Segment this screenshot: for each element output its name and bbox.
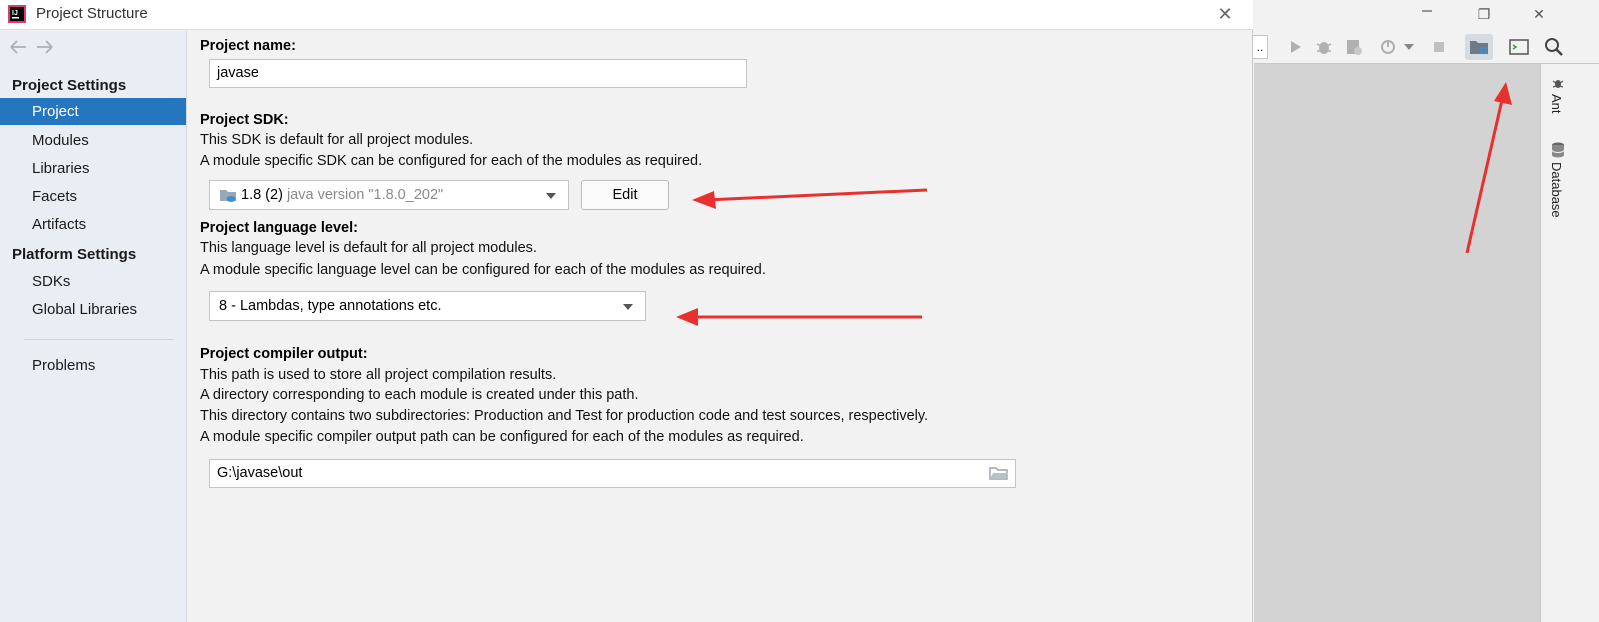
compiler-output-desc-1: This path is used to store all project c… [200, 367, 557, 383]
database-tool-tab[interactable]: Database [1549, 162, 1564, 218]
ant-tool-tab[interactable]: Ant [1549, 94, 1564, 114]
compiler-output-desc-4: A module specific compiler output path c… [200, 429, 804, 445]
terminal-icon[interactable] [1508, 36, 1530, 58]
project-sdk-dropdown[interactable]: 1.8 (2) java version "1.8.0_202" [209, 180, 569, 210]
sidebar-item-modules[interactable]: Modules [0, 127, 186, 154]
language-level-dropdown[interactable]: 8 - Lambdas, type annotations etc. [209, 291, 646, 321]
sidebar-item-sdks[interactable]: SDKs [0, 268, 186, 295]
sidebar-item-facets[interactable]: Facets [0, 183, 186, 210]
ide-toolbar: .. [1252, 30, 1599, 64]
project-sdk-desc-2: A module specific SDK can be configured … [200, 153, 703, 169]
svg-text:IJ: IJ [12, 10, 18, 17]
sidebar-divider [24, 339, 174, 340]
profile-icon[interactable] [1378, 36, 1400, 58]
sidebar-item-project[interactable]: Project [0, 98, 186, 125]
intellij-logo-icon: IJ [8, 5, 26, 23]
platform-settings-header: Platform Settings [12, 246, 137, 263]
project-sdk-label: Project SDK: [200, 112, 289, 128]
window-close-icon[interactable]: ✕ [1528, 4, 1550, 24]
project-name-label: Project name: [200, 38, 296, 54]
compiler-output-desc-3: This directory contains two subdirectori… [200, 408, 929, 424]
language-level-label: Project language level: [200, 220, 358, 236]
back-arrow-icon[interactable] [8, 38, 30, 56]
chevron-down-icon [546, 193, 556, 199]
debug-icon[interactable] [1313, 36, 1335, 58]
compiler-output-desc-2: A directory corresponding to each module… [200, 387, 639, 403]
sidebar-item-global-libraries[interactable]: Global Libraries [0, 296, 186, 323]
compiler-output-path: G:\javase\out [217, 465, 303, 481]
sdk-folder-icon [220, 190, 236, 203]
sidebar-item-libraries[interactable]: Libraries [0, 155, 186, 182]
ant-icon [1552, 80, 1564, 88]
dialog-title-bar: IJ Project Structure ✕ [0, 0, 1253, 30]
edit-sdk-button[interactable]: Edit [581, 180, 669, 210]
sidebar-item-problems[interactable]: Problems [0, 352, 186, 379]
search-icon[interactable] [1543, 36, 1565, 58]
language-level-selected: 8 - Lambdas, type annotations etc. [219, 298, 442, 314]
project-settings-panel: Project name: javase Project SDK: This S… [188, 31, 1252, 622]
ide-background-window: ❐ ✕ .. Ant Database [1252, 0, 1599, 622]
project-structure-icon [1470, 41, 1488, 54]
forward-arrow-icon[interactable] [34, 38, 56, 56]
compiler-output-label: Project compiler output: [200, 346, 368, 362]
dialog-title: Project Structure [36, 5, 148, 22]
compiler-output-path-field[interactable]: G:\javase\out [209, 459, 1016, 488]
project-name-field[interactable]: javase [209, 59, 747, 88]
language-level-desc-1: This language level is default for all p… [200, 240, 537, 256]
sidebar-item-artifacts[interactable]: Artifacts [0, 211, 186, 238]
restore-icon[interactable]: ❐ [1473, 4, 1495, 24]
run-config-selector[interactable]: .. [1252, 35, 1268, 59]
chevron-down-icon[interactable] [1404, 44, 1414, 51]
project-structure-dialog: IJ Project Structure ✕ Project Settings … [0, 0, 1253, 622]
coverage-icon[interactable] [1343, 36, 1365, 58]
project-sdk-desc-1: This SDK is default for all project modu… [200, 132, 474, 148]
project-structure-button[interactable] [1465, 34, 1493, 60]
minimize-icon[interactable] [1416, 3, 1438, 23]
settings-sidebar: Project Settings Project Modules Librari… [0, 31, 187, 622]
language-level-desc-2: A module specific language level can be … [200, 262, 766, 278]
browse-folder-icon[interactable] [989, 465, 1009, 481]
sdk-selected-name: 1.8 (2) [241, 187, 283, 203]
right-tool-strip: Ant Database [1540, 64, 1599, 622]
chevron-down-icon [623, 304, 633, 310]
run-icon[interactable] [1284, 36, 1306, 58]
stop-icon[interactable] [1428, 36, 1450, 58]
history-nav [8, 38, 56, 59]
sdk-selected-detail: java version "1.8.0_202" [286, 187, 444, 203]
project-settings-header: Project Settings [12, 77, 127, 94]
database-icon [1551, 142, 1565, 158]
close-icon[interactable]: ✕ [1212, 2, 1238, 26]
ide-title-bar: ❐ ✕ [1254, 0, 1599, 30]
